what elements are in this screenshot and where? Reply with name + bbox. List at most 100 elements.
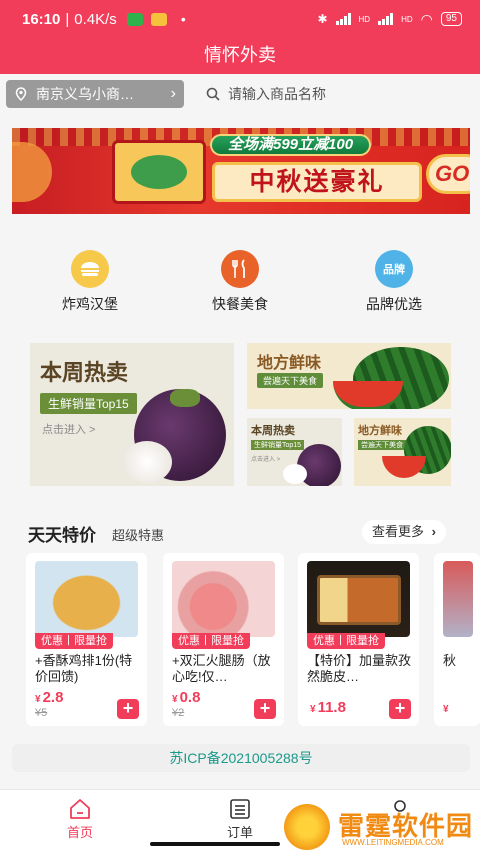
category-fried-chicken[interactable]: 炸鸡汉堡	[40, 250, 140, 314]
currency-symbol: ¥	[35, 694, 41, 705]
tab-label: 订单	[226, 825, 253, 840]
location-text: 南京义乌小商…	[36, 86, 134, 102]
currency-symbol: ¥	[172, 694, 178, 705]
burger-icon	[71, 250, 109, 288]
price-value: 0.8	[179, 689, 201, 706]
message-icon	[150, 12, 167, 26]
dot-icon: •	[180, 11, 186, 27]
home-indicator[interactable]	[150, 842, 280, 846]
featured-tag: 尝遍天下美食	[358, 440, 406, 450]
product-card[interactable]: 优惠丨限量抢 +双汇火腿肠（放心吃!仅… ¥0.8 ¥2 +	[163, 553, 284, 726]
product-image	[35, 561, 138, 637]
add-to-cart-button[interactable]: +	[389, 699, 411, 719]
watermark-url: WWW.LEITINGMEDIA.COM	[342, 838, 444, 847]
order-list-icon	[230, 799, 250, 819]
featured-tag: 生鲜销量Top15	[251, 440, 305, 450]
chevron-right-icon: ›	[170, 85, 176, 102]
search-bar[interactable]	[196, 80, 472, 108]
view-more-label: 查看更多	[372, 524, 425, 539]
status-time: 16:10	[22, 10, 61, 28]
featured-local-flavor-small[interactable]: 地方鲜味 尝遍天下美食	[354, 418, 451, 486]
fork-knife-icon	[221, 250, 259, 288]
featured-link: 点击进入 >	[42, 424, 96, 436]
category-brand[interactable]: 品牌 品牌优选	[344, 250, 444, 314]
product-price: ¥2.8	[35, 689, 63, 706]
promo-tag: 优惠丨限量抢	[172, 633, 250, 649]
featured-tag: 尝遍天下美食	[257, 373, 324, 388]
product-name: +香酥鸡排1份(特价回馈)	[35, 653, 133, 684]
category-label: 炸鸡汉堡	[62, 296, 118, 312]
category-fast-food[interactable]: 快餐美食	[190, 250, 290, 314]
featured-title: 地方鲜味	[257, 355, 322, 372]
featured-hot-sale-small[interactable]: 本周热卖 生鲜销量Top15 点击进入 >	[247, 418, 342, 486]
chevron-right-icon: ›	[431, 524, 436, 539]
view-more-button[interactable]: 查看更多 ›	[362, 520, 446, 544]
signal-icon-2	[378, 13, 394, 25]
product-image	[172, 561, 275, 637]
watermelon-slice-image	[382, 456, 426, 478]
currency-symbol: ¥	[443, 704, 449, 715]
deals-title: 天天特价	[28, 526, 96, 545]
featured-title: 本周热卖	[40, 360, 129, 385]
price-value: 2.8	[42, 689, 64, 706]
gift-box-image	[112, 140, 206, 204]
signal-icon	[335, 13, 351, 25]
product-price: ¥	[443, 699, 451, 716]
status-net-speed: 0.4K/s	[74, 10, 117, 28]
banner-headline: 中秋送豪礼	[212, 162, 422, 202]
add-to-cart-button[interactable]: +	[254, 699, 276, 719]
wifi-icon: ◠	[420, 10, 433, 27]
bluetooth-icon: ✱	[317, 12, 328, 26]
brand-badge-text: 品牌	[383, 264, 405, 276]
search-input[interactable]	[228, 86, 448, 102]
featured-title: 地方鲜味	[358, 425, 402, 437]
mangosteen-stem-image	[170, 389, 200, 407]
featured-title: 本周热卖	[251, 425, 295, 437]
promo-banner[interactable]: 全场满599立减100 中秋送豪礼 GO	[12, 128, 470, 214]
page-title: 情怀外卖	[0, 38, 480, 74]
location-selector[interactable]: 南京义乌小商… ›	[6, 80, 184, 108]
bento-box-image	[317, 575, 401, 625]
currency-symbol: ¥	[310, 704, 316, 715]
add-to-cart-button[interactable]: +	[117, 699, 139, 719]
product-image	[443, 561, 473, 637]
watermark-logo-icon	[284, 804, 330, 850]
tab-home[interactable]: 首页	[40, 796, 120, 841]
price-value: 11.8	[317, 699, 346, 716]
search-icon	[206, 87, 220, 101]
original-price: ¥2	[172, 707, 185, 719]
featured-hot-sale[interactable]: 本周热卖 生鲜销量Top15 点击进入 >	[30, 343, 234, 486]
signal-label-1: HD	[358, 14, 371, 24]
product-name: 秋	[443, 653, 457, 668]
wechat-icon	[126, 12, 143, 26]
tab-orders[interactable]: 订单	[200, 796, 280, 841]
banner-go-button[interactable]: GO	[426, 154, 470, 194]
battery-icon: 95	[440, 12, 462, 26]
original-price: ¥5	[35, 707, 48, 719]
home-icon	[70, 799, 90, 819]
product-name: 【特价】加量款孜然脆皮…	[307, 653, 412, 684]
mangosteen-flesh-image	[122, 441, 172, 483]
promo-tag: 优惠丨限量抢	[35, 633, 113, 649]
tab-label: 首页	[66, 825, 93, 840]
category-label: 品牌优选	[366, 296, 422, 312]
product-price: ¥0.8	[172, 689, 200, 706]
product-card[interactable]: 优惠丨限量抢 【特价】加量款孜然脆皮… ¥11.8 +	[298, 553, 419, 726]
featured-local-flavor[interactable]: 地方鲜味 尝遍天下美食	[247, 343, 451, 409]
product-name: +双汇火腿肠（放心吃!仅…	[172, 653, 271, 684]
status-bar: 16:10 | 0.4K/s • ✱ HD HD ◠ 95	[0, 0, 480, 38]
site-watermark: 雷霆软件园 WWW.LEITINGMEDIA.COM	[282, 802, 480, 852]
banner-promo-text: 全场满599立减100	[210, 134, 372, 156]
featured-tag: 生鲜销量Top15	[40, 393, 137, 414]
product-card[interactable]: 优惠丨限量抢 +香酥鸡排1份(特价回馈) ¥2.8 ¥5 +	[26, 553, 147, 726]
featured-link: 点击进入 >	[251, 457, 281, 463]
brand-badge-icon: 品牌	[375, 250, 413, 288]
promo-tag: 优惠丨限量抢	[307, 633, 385, 649]
signal-label-2: HD	[401, 14, 413, 24]
location-pin-icon	[15, 87, 27, 101]
product-image	[307, 561, 410, 637]
status-right: ✱ HD HD ◠ 95	[317, 11, 462, 28]
status-separator: |	[65, 10, 70, 28]
product-card[interactable]: 秋 ¥	[434, 553, 480, 726]
banner-decoration	[12, 142, 52, 202]
